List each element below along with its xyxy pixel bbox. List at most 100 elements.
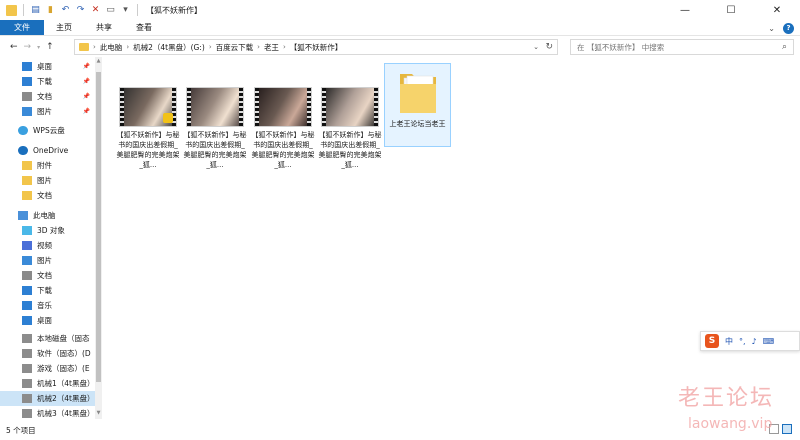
ribbon-tabs: 文件 主页 共享 查看 ⌄ ? [0, 20, 800, 36]
video-file-item[interactable]: 【狐不妖新作】与秘书的国庆出差假期_美腿肥臀的完美炮架_狐... [183, 87, 247, 170]
sidebar-scrollbar-thumb[interactable] [96, 72, 101, 382]
sidebar-item[interactable]: WPS云盘 [0, 123, 100, 138]
recent-locations-icon[interactable]: ▾ [37, 44, 40, 51]
sidebar-item[interactable]: OneDrive [0, 143, 100, 158]
sidebar-item-label: 音乐 [37, 301, 52, 310]
new-folder-icon[interactable]: ▮ [45, 5, 56, 15]
sogou-logo-icon[interactable]: S [705, 334, 719, 348]
ime-toolbar: S 中 °, ♪ ⌨ [700, 331, 800, 351]
refresh-icon[interactable]: ↻ [545, 42, 553, 52]
folder-item[interactable]: 上老王论坛当老王 [384, 63, 451, 147]
pin-icon[interactable]: 📌 [83, 78, 90, 85]
search-box[interactable]: 在 【狐不妖新作】 中搜索 ⌕ [570, 39, 794, 55]
filmstrip-edge [307, 88, 311, 126]
breadcrumb-separator-icon[interactable]: › [126, 43, 129, 51]
sidebar-item-label: 游戏（固态）(E [37, 364, 90, 373]
pin-icon[interactable]: 📌 [83, 93, 90, 100]
file-list[interactable]: 上老王论坛当老王 【狐不妖新作】与秘书的国庆出差假期_美腿肥臀的完美炮架_狐..… [103, 57, 800, 419]
sidebar-item[interactable]: 本地磁盘（固态 [0, 331, 100, 346]
scroll-up-icon[interactable]: ▲ [95, 58, 102, 64]
sidebar-item[interactable]: 图片 📌 [0, 104, 100, 119]
expand-ribbon-icon[interactable]: ⌄ [768, 24, 775, 33]
up-arrow-icon[interactable]: ↑ [46, 42, 54, 52]
forward-arrow-icon[interactable]: → [24, 42, 32, 52]
breadcrumb-this-pc[interactable]: 此电脑 [100, 42, 123, 53]
breadcrumb-separator-icon[interactable]: › [93, 43, 96, 51]
address-dropdown-icon[interactable]: ⌄ [533, 43, 539, 51]
music-icon [22, 301, 32, 310]
breadcrumb-separator-icon[interactable]: › [257, 43, 260, 51]
search-placeholder: 在 【狐不妖新作】 中搜索 [577, 42, 665, 52]
sidebar-item[interactable]: 文档 📌 [0, 89, 100, 104]
sidebar-item-label: 文档 [37, 92, 52, 101]
customize-dropdown-icon[interactable]: ▾ [120, 5, 131, 15]
help-icon[interactable]: ? [783, 22, 794, 34]
quick-access-toolbar: ▤ ▮ ↶ ↷ ✕ ▭ ▾ [0, 0, 140, 20]
sidebar-item[interactable]: 此电脑 [0, 208, 100, 223]
search-icon[interactable]: ⌕ [782, 42, 787, 52]
breadcrumb-baidu-downloads[interactable]: 百度云下载 [216, 42, 254, 53]
sidebar-item[interactable]: 附件 [0, 158, 100, 173]
video-file-item[interactable]: 【狐不妖新作】与秘书的国庆出差假期_美腿肥臀的完美炮架_狐... [251, 87, 315, 170]
sidebar-item[interactable]: 视频 [0, 238, 100, 253]
keyboard-icon[interactable]: ⌨ [763, 337, 775, 346]
sidebar-item[interactable]: 图片 [0, 173, 100, 188]
sidebar-item[interactable]: 机械1（4t黑盘） [0, 376, 100, 391]
sidebar-item[interactable]: 文档 [0, 268, 100, 283]
large-icons-view-icon[interactable] [782, 424, 792, 434]
breadcrumb-laowang[interactable]: 老王 [264, 42, 279, 53]
sidebar-item[interactable]: 软件（固态）(D [0, 346, 100, 361]
tab-share[interactable]: 共享 [84, 20, 124, 35]
microphone-icon[interactable]: ♪ [752, 337, 757, 346]
sidebar-item[interactable]: 图片 [0, 253, 100, 268]
video-file-item[interactable]: 【狐不妖新作】与秘书的国庆出差假期_美腿肥臀的完美炮架_狐... [116, 87, 180, 170]
toolbar-divider [137, 4, 138, 16]
video-file-item[interactable]: 【狐不妖新作】与秘书的国庆出差假期_美腿肥臀的完美炮架_狐... [318, 87, 382, 170]
toolbar-divider [23, 4, 24, 16]
window-title: 【狐不妖新作】 [146, 5, 202, 15]
breadcrumb-current-folder[interactable]: 【狐不妖新作】 [290, 42, 343, 53]
ime-punctuation-toggle[interactable]: °, [739, 337, 746, 346]
pin-icon[interactable]: 📌 [83, 108, 90, 115]
sidebar-item-label: 视频 [37, 241, 52, 250]
address-bar[interactable]: › 此电脑 › 机械2（4t黑盘）(G:) › 百度云下载 › 老王 › 【狐不… [74, 39, 558, 55]
documents-icon [22, 271, 32, 280]
tab-view[interactable]: 查看 [124, 20, 164, 35]
sidebar-item-label: 软件（固态）(D [37, 349, 91, 358]
video-thumbnail [186, 87, 244, 127]
close-button[interactable]: ✕ [754, 0, 800, 20]
properties-icon[interactable]: ▤ [30, 5, 41, 15]
sidebar-item-label: OneDrive [33, 146, 69, 155]
sidebar-item[interactable]: 游戏（固态）(E [0, 361, 100, 376]
sidebar-item-label: 机械1（4t黑盘） [37, 379, 95, 388]
breadcrumb-drive-g[interactable]: 机械2（4t黑盘）(G:) [133, 42, 205, 53]
folder-icon [22, 191, 32, 200]
undo-icon[interactable]: ↶ [60, 5, 71, 15]
redo-icon[interactable]: ↷ [75, 5, 86, 15]
minimize-button[interactable]: — [662, 0, 708, 20]
file-name: 【狐不妖新作】与秘书的国庆出差假期_美腿肥臀的完美炮架_狐... [183, 131, 247, 169]
sidebar-item[interactable]: 机械3（4t黑盘） [0, 406, 100, 419]
sidebar-item[interactable]: 文档 [0, 188, 100, 203]
breadcrumb-separator-icon[interactable]: › [209, 43, 212, 51]
sidebar-item[interactable]: 3D 对象 [0, 223, 100, 238]
back-arrow-icon[interactable]: ← [10, 42, 18, 52]
filmstrip-edge [120, 88, 124, 126]
ime-language-toggle[interactable]: 中 [725, 336, 733, 347]
scroll-down-icon[interactable]: ▼ [95, 410, 102, 416]
file-name: 【狐不妖新作】与秘书的国庆出差假期_美腿肥臀的完美炮架_狐... [116, 131, 180, 169]
maximize-button[interactable]: ☐ [708, 0, 754, 20]
pin-icon[interactable]: 📌 [83, 63, 90, 70]
sidebar-item[interactable]: 下载 📌 [0, 74, 100, 89]
sidebar-item[interactable]: 机械2（4t黑盘） [0, 391, 100, 406]
sidebar-item[interactable]: 桌面 [0, 313, 100, 328]
rename-icon[interactable]: ▭ [105, 5, 116, 15]
tab-home[interactable]: 主页 [44, 20, 84, 35]
delete-icon[interactable]: ✕ [90, 5, 101, 15]
tab-file[interactable]: 文件 [0, 20, 44, 35]
breadcrumb-separator-icon[interactable]: › [283, 43, 286, 51]
download-icon [22, 77, 32, 86]
sidebar-item[interactable]: 下载 [0, 283, 100, 298]
sidebar-item[interactable]: 音乐 [0, 298, 100, 313]
sidebar-item[interactable]: 桌面 📌 [0, 59, 100, 74]
